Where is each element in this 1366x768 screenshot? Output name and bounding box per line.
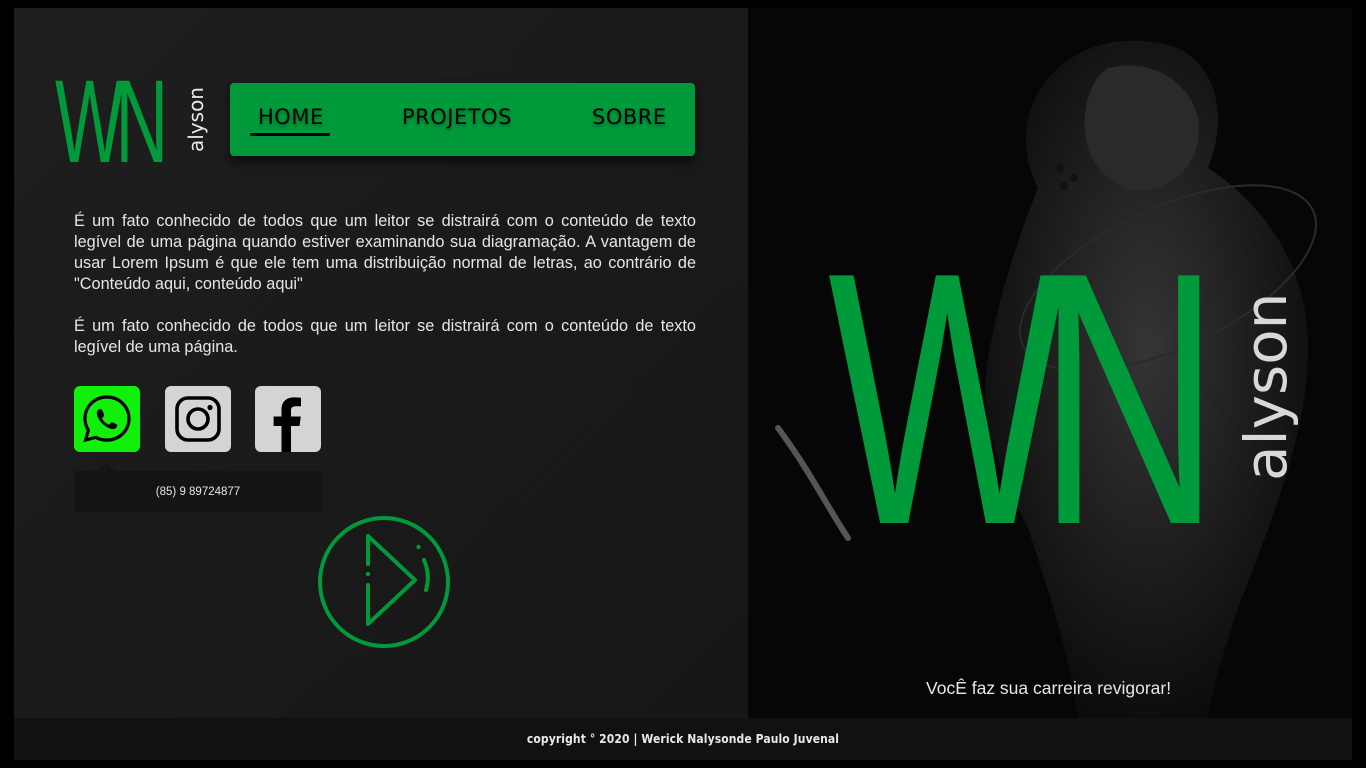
- intro-paragraph: É um fato conhecido de todos que um leit…: [74, 212, 696, 293]
- navbar: HOME PROJETOS SOBRE: [230, 83, 695, 156]
- hero-panel: WN alyson: [748, 8, 1352, 718]
- nav-home-link[interactable]: HOME: [258, 105, 324, 129]
- facebook-button[interactable]: [255, 386, 321, 452]
- whatsapp-button[interactable]: [74, 386, 140, 452]
- nav-active-underline: [250, 133, 330, 136]
- instagram-button[interactable]: [165, 386, 231, 452]
- play-button[interactable]: [316, 514, 452, 650]
- hero-logo-letters: WN: [828, 213, 1199, 548]
- instagram-icon: [175, 396, 221, 442]
- phone-tooltip-arrow: [98, 463, 116, 471]
- whatsapp-icon: [83, 395, 131, 443]
- hero-logo: WN alyson: [828, 213, 1298, 548]
- phone-tooltip: (85) 9 89724877: [74, 471, 322, 512]
- hero-logo-suffix: alyson: [1232, 293, 1298, 481]
- nav-projetos-link[interactable]: PROJETOS: [402, 105, 512, 129]
- nav-sobre-link[interactable]: SOBRE: [592, 105, 667, 129]
- logo[interactable]: WN alyson: [55, 62, 215, 172]
- secondary-paragraph: É um fato conhecido de todos que um leit…: [74, 317, 696, 356]
- phone-number: (85) 9 89724877: [155, 485, 241, 498]
- facebook-icon: [273, 397, 301, 452]
- hero-tagline: VocÊ faz sua carreira revigorar!: [926, 678, 1172, 698]
- logo-suffix: alyson: [184, 87, 208, 152]
- footer: copyright ° 2020 | Werick Nalysonde Paul…: [14, 718, 1352, 760]
- copyright-text: copyright ° 2020 | Werick Nalysonde Paul…: [526, 732, 840, 746]
- logo-letters: WN: [55, 62, 162, 172]
